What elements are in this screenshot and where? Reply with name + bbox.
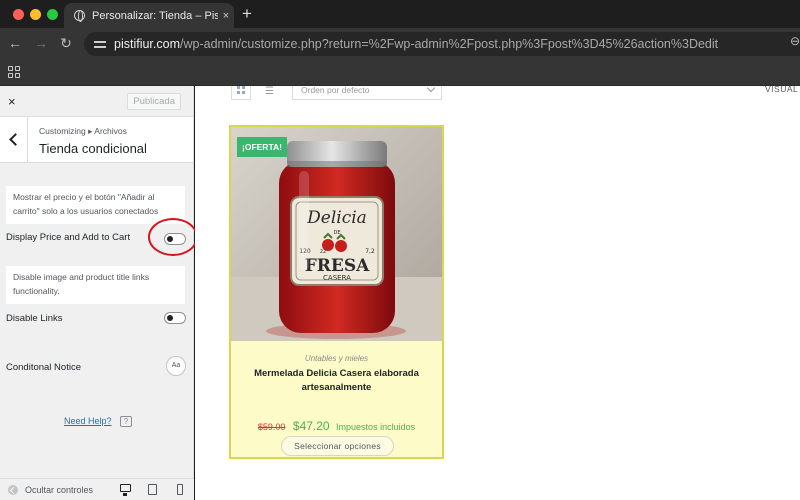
red-circle-annotation [148, 218, 198, 256]
list-view-icon[interactable]: ☰ [265, 86, 274, 97]
tablet-preview-icon[interactable] [148, 484, 157, 495]
address-bar[interactable]: pistifiur.com/wp-admin/customize.php?ret… [84, 32, 800, 56]
visual-label: VISUAL [765, 86, 799, 94]
customizer-footer: Ocultar controles [0, 478, 194, 500]
links-description: Disable image and product title links fu… [6, 266, 185, 304]
browser-toolbar: ← → ↻ pistifiur.com/wp-admin/customize.p… [0, 28, 800, 60]
close-window-button[interactable] [13, 9, 24, 20]
grid-view-icon[interactable] [231, 86, 251, 100]
disable-links-toggle[interactable] [164, 312, 186, 324]
back-arrow-icon[interactable]: ← [6, 35, 24, 51]
jar-label-casera: CASERA [323, 274, 351, 282]
product-category[interactable]: Untables y mieles [231, 354, 442, 363]
sort-select[interactable]: Orden por defecto [292, 86, 442, 100]
select-options-button[interactable]: Seleccionar opciones [281, 436, 394, 456]
globe-icon [74, 10, 85, 22]
section-title: Tienda condicional [39, 141, 147, 156]
minimize-window-button[interactable] [30, 9, 41, 20]
bookmarks-bar [0, 60, 800, 86]
font-settings-button[interactable]: Aa [166, 356, 186, 376]
product-image[interactable]: Delicia DE 120 22 7,2 FRESA CASERA ¡OFER… [231, 127, 442, 341]
price-description: Mostrar el precio y el botón "Añadir al … [6, 186, 185, 224]
browser-tab[interactable]: Personalizar: Tienda – Pistifiur × [64, 3, 234, 28]
url-host: pistifiur.com [114, 37, 180, 51]
tab-title: Personalizar: Tienda – Pistifiur [92, 9, 218, 22]
customizer-header: × Publicada [0, 86, 193, 117]
need-help-link[interactable]: Need Help? [64, 416, 112, 426]
reload-icon[interactable]: ↻ [57, 35, 75, 51]
collapse-controls-button[interactable]: Ocultar controles [25, 485, 93, 495]
mobile-preview-icon[interactable] [177, 484, 183, 495]
jar-label-fresa: FRESA [305, 256, 370, 276]
help-icon[interactable]: ? [120, 416, 132, 427]
new-tab-button[interactable]: + [242, 5, 252, 22]
display-price-label: Display Price and Add to Cart [6, 232, 131, 243]
jar-label-right: 7,2 [365, 248, 375, 255]
jam-jar-illustration: Delicia DE 120 22 7,2 FRESA CASERA [231, 127, 442, 341]
apps-grid-icon[interactable] [8, 66, 20, 78]
url-path: /wp-admin/customize.php?return=%2Fwp-adm… [180, 37, 719, 51]
jar-label-title: Delicia [306, 208, 367, 228]
jar-label-de: DE [333, 230, 340, 236]
zoom-icon[interactable]: ⊖ [790, 34, 800, 48]
section-header: Customizing ▸ Archivos Tienda condiciona… [0, 117, 193, 163]
collapse-icon[interactable] [8, 485, 18, 495]
product-title[interactable]: Mermelada Delicia Casera elaborada artes… [241, 367, 432, 395]
maximize-window-button[interactable] [47, 9, 58, 20]
breadcrumb: Customizing ▸ Archivos [39, 126, 127, 136]
site-settings-icon[interactable] [94, 39, 106, 49]
back-chevron-icon[interactable] [0, 117, 28, 163]
browser-titlebar: Personalizar: Tienda – Pistifiur × + [0, 0, 800, 28]
product-price: $59.00 $47.20 Impuestos incluidos [231, 417, 442, 435]
disable-links-label: Disable Links [6, 313, 63, 324]
tab-close-icon[interactable]: × [218, 10, 234, 22]
publish-button[interactable]: Publicada [127, 93, 181, 110]
old-price: $59.00 [257, 422, 286, 432]
customizer-sidebar: × Publicada Customizing ▸ Archivos Tiend… [0, 86, 198, 500]
desktop-preview-icon[interactable] [120, 484, 131, 496]
product-card: Delicia DE 120 22 7,2 FRESA CASERA ¡OFER… [229, 125, 444, 459]
jar-label-mid: 22 [320, 249, 326, 255]
sale-badge: ¡OFERTA! [237, 137, 287, 157]
forward-arrow-icon[interactable]: → [32, 35, 50, 51]
sale-price: $47.20 [292, 419, 330, 433]
site-preview: ☰ Orden por defecto VISUAL Delicia DE 12… [195, 86, 800, 500]
tax-note: Impuestos incluidos [336, 422, 416, 432]
close-icon[interactable]: × [8, 94, 16, 109]
conditional-notice-label: Conditonal Notice [6, 362, 81, 373]
